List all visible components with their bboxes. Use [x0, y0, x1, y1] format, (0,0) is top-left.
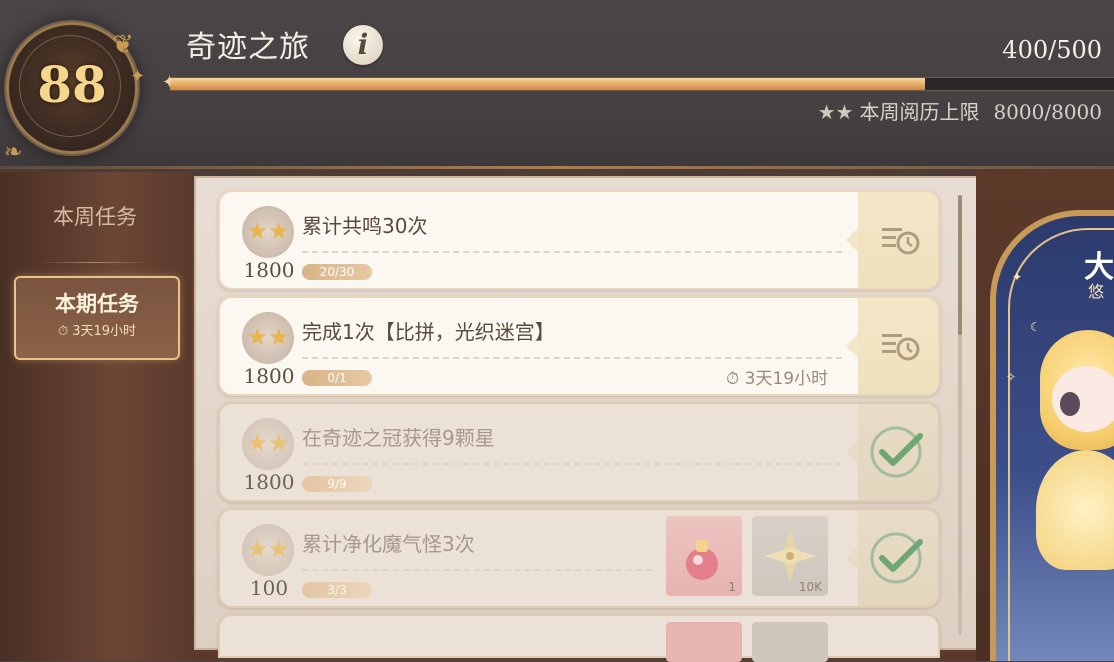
- item-quantity: 10K: [798, 580, 822, 594]
- xp-progress-fill: [170, 78, 926, 90]
- item-quantity: 1: [728, 580, 736, 594]
- task-progress: 9/9: [302, 476, 372, 492]
- completed-status: [858, 510, 938, 606]
- reward-item-slot[interactable]: 1: [666, 516, 742, 596]
- task-reward: 1800: [243, 258, 295, 282]
- task-row: ★★ 1800 在奇迹之冠获得9颗星 9/9: [218, 402, 940, 502]
- divider: [302, 569, 652, 571]
- check-icon: [870, 426, 923, 478]
- task-progress: 0/1: [302, 370, 372, 386]
- xp-progress-bar: [170, 77, 1114, 91]
- task-progress: 3/3: [302, 582, 372, 598]
- page-title: 奇迹之旅: [186, 30, 310, 65]
- scrollbar[interactable]: [958, 195, 962, 635]
- tab-period-tasks[interactable]: 本期任务 ⏱ 3天19小时: [14, 276, 180, 360]
- divider: [302, 251, 842, 253]
- info-button[interactable]: i: [343, 25, 383, 65]
- reward-item-slot[interactable]: 10K: [752, 516, 828, 596]
- tab-divider: [40, 262, 150, 263]
- timer-icon: ⏱: [726, 369, 740, 389]
- header: 88 ❦ ✦ ❧ 奇迹之旅 i 400/500 ✦ ★★本周阅历上限8000/8…: [0, 0, 1114, 169]
- task-reward: 100: [249, 576, 289, 600]
- task-row: ★★ 1800 累计共鸣30次 20/30: [218, 190, 940, 290]
- goto-task-button[interactable]: [858, 192, 938, 288]
- check-icon: [870, 532, 923, 584]
- task-name: 累计共鸣30次: [302, 214, 428, 238]
- task-timer-text: 3天19小时: [744, 369, 829, 389]
- weekly-cap-label: 本周阅历上限: [859, 100, 980, 124]
- task-reward: 1800: [243, 364, 295, 388]
- character-eye: [1060, 392, 1080, 416]
- task-progress: 20/30: [302, 264, 372, 280]
- sparkle-icon: ✧: [1006, 370, 1017, 384]
- list-clock-icon: [882, 228, 920, 255]
- sparkle-icon: ✦: [1012, 270, 1023, 284]
- scrollbar-thumb[interactable]: [958, 195, 962, 335]
- vine-ornament-icon: ❦: [112, 30, 134, 60]
- task-reward: 1800: [243, 470, 295, 494]
- task-name: 完成1次【比拼，光织迷宫】: [302, 320, 555, 344]
- leaf-ornament-icon: ❧: [4, 140, 23, 165]
- banner-subtitle: 悠: [1088, 282, 1105, 301]
- tab-period-timer-text: 3天19小时: [72, 324, 137, 339]
- divider: [302, 357, 842, 359]
- stars-reward-icon: ★★: [242, 418, 294, 470]
- timer-icon: ⏱: [57, 324, 69, 339]
- sparkle-icon: ✦: [130, 66, 146, 87]
- task-row: ★★ 1800 完成1次【比拼，光织迷宫】 0/1 ⏱ 3天19小时: [218, 296, 940, 396]
- tab-period-label: 本期任务: [55, 292, 139, 316]
- tab-weekly-label: 本周任务: [53, 205, 137, 229]
- sidebar: [0, 172, 192, 661]
- event-banner[interactable]: 大 悠 ✦ ☾ ✧: [976, 170, 1114, 661]
- task-name: 在奇迹之冠获得9颗星: [302, 426, 495, 450]
- task-timer: ⏱ 3天19小时: [726, 364, 828, 389]
- level-number: 88: [37, 55, 107, 114]
- goto-task-button[interactable]: [858, 298, 938, 394]
- task-row: ★★ 100 累计净化魔气怪3次 3/3 1 10K: [218, 508, 940, 608]
- reward-item-slot: [752, 622, 828, 662]
- xp-counter: 400/500: [1002, 36, 1102, 64]
- task-row-partial: [218, 614, 940, 662]
- divider: [302, 463, 842, 465]
- stars-reward-icon: ★★: [242, 524, 294, 576]
- header-divider: [0, 166, 1114, 169]
- reward-item-slot: [666, 622, 742, 662]
- stars-icon: ★★: [817, 100, 854, 124]
- tab-weekly-tasks[interactable]: 本周任务: [14, 205, 176, 245]
- completed-status: [858, 404, 938, 500]
- weekly-cap-value: 8000/8000: [993, 100, 1102, 124]
- list-clock-icon: [882, 334, 920, 361]
- tab-period-timer: ⏱ 3天19小时: [16, 320, 178, 339]
- stars-reward-icon: ★★: [242, 206, 294, 258]
- moon-icon: ☾: [1030, 320, 1041, 334]
- stars-reward-icon: ★★: [242, 312, 294, 364]
- weekly-cap: ★★ 本周阅历上限 8000/8000: [818, 96, 1102, 125]
- task-name: 累计净化魔气怪3次: [302, 532, 475, 556]
